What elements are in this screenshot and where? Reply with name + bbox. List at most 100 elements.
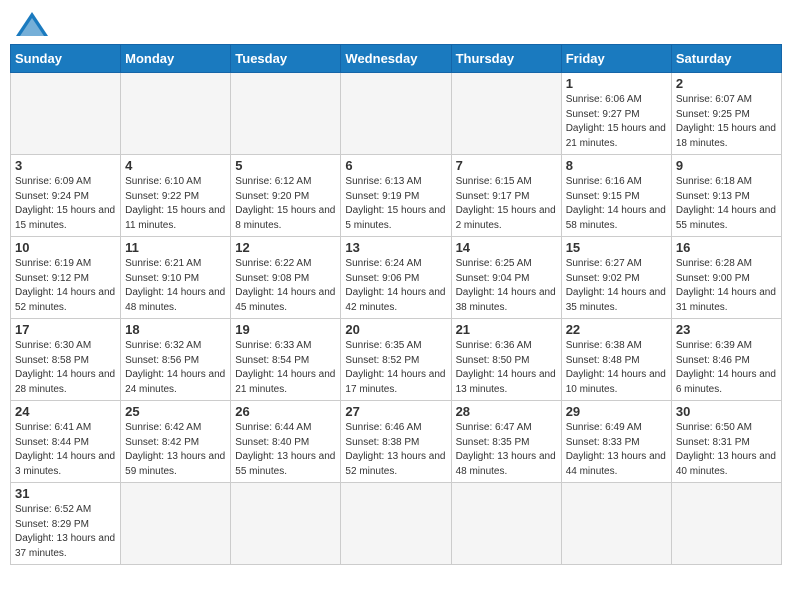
day-info: Sunrise: 6:21 AM Sunset: 9:10 PM Dayligh…: [125, 257, 226, 315]
day-number: 16: [676, 240, 777, 255]
calendar-day-cell: 25 Sunrise: 6:42 AM Sunset: 8:42 PM Dayli…: [121, 401, 231, 483]
calendar-week-row: 1Sunrise: 6:06 AM Sunset: 9:27 PM Daylig…: [11, 73, 782, 155]
calendar-day-cell: [121, 483, 231, 565]
calendar-week-row: 17Sunrise: 6:30 AM Sunset: 8:58 PM Dayli…: [11, 319, 782, 401]
day-number: 25: [125, 404, 226, 419]
calendar-day-cell: [561, 483, 671, 565]
day-number: 26: [235, 404, 336, 419]
calendar-day-cell: [121, 73, 231, 155]
calendar-day-cell: 11 Sunrise: 6:21 AM Sunset: 9:10 PM Dayli…: [121, 237, 231, 319]
weekday-header: Tuesday: [231, 45, 341, 73]
calendar-day-cell: 2Sunrise: 6:07 AM Sunset: 9:25 PM Daylig…: [671, 73, 781, 155]
calendar-week-row: 10 Sunrise: 6:19 AM Sunset: 9:12 PM Dayli…: [11, 237, 782, 319]
day-info: Sunrise: 6:42 AM Sunset: 8:42 PM Dayligh…: [125, 421, 226, 479]
weekday-header: Thursday: [451, 45, 561, 73]
day-number: 11: [125, 240, 226, 255]
calendar-day-cell: 16 Sunrise: 6:28 AM Sunset: 9:00 PM Dayli…: [671, 237, 781, 319]
day-number: 29: [566, 404, 667, 419]
day-info: Sunrise: 6:46 AM Sunset: 8:38 PM Dayligh…: [345, 421, 446, 479]
day-info: Sunrise: 6:28 AM Sunset: 9:00 PM Dayligh…: [676, 257, 777, 315]
calendar-day-cell: 4Sunrise: 6:10 AM Sunset: 9:22 PM Daylig…: [121, 155, 231, 237]
weekday-header: Monday: [121, 45, 231, 73]
day-number: 21: [456, 322, 557, 337]
day-info: Sunrise: 6:25 AM Sunset: 9:04 PM Dayligh…: [456, 257, 557, 315]
calendar-day-cell: 10 Sunrise: 6:19 AM Sunset: 9:12 PM Dayli…: [11, 237, 121, 319]
day-number: 22: [566, 322, 667, 337]
day-number: 3: [15, 158, 116, 173]
calendar-day-cell: 30Sunrise: 6:50 AM Sunset: 8:31 PM Dayli…: [671, 401, 781, 483]
logo: [14, 10, 54, 38]
calendar-day-cell: 12 Sunrise: 6:22 AM Sunset: 9:08 PM Dayli…: [231, 237, 341, 319]
calendar-day-cell: 15 Sunrise: 6:27 AM Sunset: 9:02 PM Dayli…: [561, 237, 671, 319]
day-info: Sunrise: 6:41 AM Sunset: 8:44 PM Dayligh…: [15, 421, 116, 479]
calendar-day-cell: 1Sunrise: 6:06 AM Sunset: 9:27 PM Daylig…: [561, 73, 671, 155]
day-info: Sunrise: 6:06 AM Sunset: 9:27 PM Dayligh…: [566, 93, 667, 151]
day-info: Sunrise: 6:07 AM Sunset: 9:25 PM Dayligh…: [676, 93, 777, 151]
calendar-day-cell: [341, 73, 451, 155]
calendar-day-cell: 14 Sunrise: 6:25 AM Sunset: 9:04 PM Dayli…: [451, 237, 561, 319]
weekday-header: Sunday: [11, 45, 121, 73]
day-number: 15: [566, 240, 667, 255]
calendar-day-cell: 26Sunrise: 6:44 AM Sunset: 8:40 PM Dayli…: [231, 401, 341, 483]
calendar-day-cell: 6 Sunrise: 6:13 AM Sunset: 9:19 PM Daylig…: [341, 155, 451, 237]
day-info: Sunrise: 6:33 AM Sunset: 8:54 PM Dayligh…: [235, 339, 336, 397]
weekday-header: Friday: [561, 45, 671, 73]
day-info: Sunrise: 6:22 AM Sunset: 9:08 PM Dayligh…: [235, 257, 336, 315]
calendar: SundayMondayTuesdayWednesdayThursdayFrid…: [10, 44, 782, 565]
day-info: Sunrise: 6:35 AM Sunset: 8:52 PM Dayligh…: [345, 339, 446, 397]
day-number: 18: [125, 322, 226, 337]
day-number: 8: [566, 158, 667, 173]
header: [10, 10, 782, 38]
day-number: 13: [345, 240, 446, 255]
calendar-day-cell: [451, 73, 561, 155]
calendar-day-cell: 23Sunrise: 6:39 AM Sunset: 8:46 PM Dayli…: [671, 319, 781, 401]
calendar-day-cell: 20Sunrise: 6:35 AM Sunset: 8:52 PM Dayli…: [341, 319, 451, 401]
logo-icon: [14, 10, 50, 38]
day-info: Sunrise: 6:52 AM Sunset: 8:29 PM Dayligh…: [15, 503, 116, 561]
day-info: Sunrise: 6:15 AM Sunset: 9:17 PM Dayligh…: [456, 175, 557, 233]
day-number: 10: [15, 240, 116, 255]
day-number: 12: [235, 240, 336, 255]
calendar-day-cell: [231, 73, 341, 155]
day-info: Sunrise: 6:39 AM Sunset: 8:46 PM Dayligh…: [676, 339, 777, 397]
day-info: Sunrise: 6:27 AM Sunset: 9:02 PM Dayligh…: [566, 257, 667, 315]
day-number: 7: [456, 158, 557, 173]
day-number: 4: [125, 158, 226, 173]
calendar-day-cell: [671, 483, 781, 565]
day-info: Sunrise: 6:19 AM Sunset: 9:12 PM Dayligh…: [15, 257, 116, 315]
day-number: 27: [345, 404, 446, 419]
calendar-day-cell: 13Sunrise: 6:24 AM Sunset: 9:06 PM Dayli…: [341, 237, 451, 319]
calendar-day-cell: 7 Sunrise: 6:15 AM Sunset: 9:17 PM Daylig…: [451, 155, 561, 237]
day-info: Sunrise: 6:09 AM Sunset: 9:24 PM Dayligh…: [15, 175, 116, 233]
day-info: Sunrise: 6:13 AM Sunset: 9:19 PM Dayligh…: [345, 175, 446, 233]
calendar-day-cell: 24 Sunrise: 6:41 AM Sunset: 8:44 PM Dayli…: [11, 401, 121, 483]
calendar-day-cell: 19 Sunrise: 6:33 AM Sunset: 8:54 PM Dayli…: [231, 319, 341, 401]
day-number: 30: [676, 404, 777, 419]
calendar-day-cell: 17Sunrise: 6:30 AM Sunset: 8:58 PM Dayli…: [11, 319, 121, 401]
weekday-header: Saturday: [671, 45, 781, 73]
calendar-day-cell: 3 Sunrise: 6:09 AM Sunset: 9:24 PM Daylig…: [11, 155, 121, 237]
day-number: 6: [345, 158, 446, 173]
calendar-day-cell: [341, 483, 451, 565]
calendar-day-cell: [231, 483, 341, 565]
calendar-day-cell: 5Sunrise: 6:12 AM Sunset: 9:20 PM Daylig…: [231, 155, 341, 237]
calendar-day-cell: 18Sunrise: 6:32 AM Sunset: 8:56 PM Dayli…: [121, 319, 231, 401]
calendar-week-row: 24 Sunrise: 6:41 AM Sunset: 8:44 PM Dayli…: [11, 401, 782, 483]
day-info: Sunrise: 6:36 AM Sunset: 8:50 PM Dayligh…: [456, 339, 557, 397]
day-number: 19: [235, 322, 336, 337]
day-number: 31: [15, 486, 116, 501]
day-info: Sunrise: 6:12 AM Sunset: 9:20 PM Dayligh…: [235, 175, 336, 233]
day-number: 14: [456, 240, 557, 255]
calendar-day-cell: [451, 483, 561, 565]
day-info: Sunrise: 6:38 AM Sunset: 8:48 PM Dayligh…: [566, 339, 667, 397]
calendar-header-row: SundayMondayTuesdayWednesdayThursdayFrid…: [11, 45, 782, 73]
day-info: Sunrise: 6:49 AM Sunset: 8:33 PM Dayligh…: [566, 421, 667, 479]
calendar-day-cell: 29 Sunrise: 6:49 AM Sunset: 8:33 PM Dayli…: [561, 401, 671, 483]
day-number: 24: [15, 404, 116, 419]
day-info: Sunrise: 6:16 AM Sunset: 9:15 PM Dayligh…: [566, 175, 667, 233]
calendar-week-row: 3 Sunrise: 6:09 AM Sunset: 9:24 PM Daylig…: [11, 155, 782, 237]
day-info: Sunrise: 6:18 AM Sunset: 9:13 PM Dayligh…: [676, 175, 777, 233]
day-number: 28: [456, 404, 557, 419]
calendar-day-cell: 27 Sunrise: 6:46 AM Sunset: 8:38 PM Dayli…: [341, 401, 451, 483]
calendar-day-cell: 22 Sunrise: 6:38 AM Sunset: 8:48 PM Dayli…: [561, 319, 671, 401]
